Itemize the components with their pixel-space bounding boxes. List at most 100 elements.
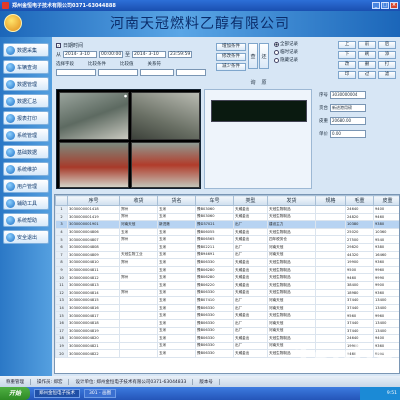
table-cell: 玉米 xyxy=(157,334,196,343)
nav-item[interactable]: 系统管理 xyxy=(3,128,49,142)
start-time-picker[interactable]: 00:00:00 xyxy=(99,51,124,58)
taskbar-task[interactable]: 郑州金恒电子技术 xyxy=(34,389,80,398)
record-nav-button[interactable]: 下 xyxy=(338,51,356,59)
date-filter-checkbox[interactable] xyxy=(56,43,61,48)
relation-dropdown[interactable] xyxy=(176,69,206,76)
window-controls: _ □ × xyxy=(372,2,398,9)
date-filter-label: 日期时间 xyxy=(63,43,84,49)
table-row[interactable]: 7 3030000004809 天冠生物工业 玉米 豫B94691 出厂 河南天冠 44320… xyxy=(55,250,399,260)
record-nav-button[interactable]: 删 xyxy=(358,61,376,69)
minimize-button[interactable]: _ xyxy=(372,2,380,9)
end-time-picker[interactable]: 23:59:59 xyxy=(168,51,193,58)
table-cell: 3030000004807 xyxy=(67,235,120,244)
table-row[interactable]: 3 3030000001901 河南天冠 新进港 豫D37021 出厂 建设主力 10380 9… xyxy=(55,220,399,229)
nav-item[interactable]: 系统帮助 xyxy=(3,213,49,227)
mode-hidden-radio[interactable] xyxy=(274,57,279,63)
record-nav-button[interactable]: 打 xyxy=(378,61,396,69)
add-condition-button[interactable]: 增加条件 xyxy=(216,43,246,51)
table-cell: 16460 xyxy=(373,250,399,260)
table-row[interactable]: 4 3030000004806 玉米 玉米 豫B06055 天威金出 天冠生物制品 25020… xyxy=(55,227,399,237)
table-row[interactable]: 11 3030000004813 玉米 豫B06220 天威金出 天冠生物制品 38400 9… xyxy=(55,280,399,290)
mode-all-radio[interactable] xyxy=(274,41,279,47)
nav-item-label: 数据汇总 xyxy=(17,98,38,105)
table-row[interactable]: 6 3030000004808 玉米 豫B02211 出厂 河南天冠 29820 9380 xyxy=(55,242,399,252)
form-field[interactable]: 3030000004 xyxy=(330,90,366,99)
mode-temp[interactable]: 临时记录 xyxy=(274,49,330,55)
table-row[interactable]: 8 3030000004810 郑州 玉米 豫B06330 天威金出 天冠生物制品 19900… xyxy=(55,258,399,267)
table-cell xyxy=(315,326,346,336)
record-nav-button[interactable]: 添 xyxy=(378,51,396,59)
table-cell: 天威金出 xyxy=(233,334,268,343)
delete-condition-button[interactable]: 减少条件 xyxy=(216,63,246,71)
compare-value-input[interactable] xyxy=(140,69,174,76)
nav-item[interactable]: 车辆查询 xyxy=(3,60,49,74)
record-nav-button[interactable]: 前 xyxy=(358,41,376,49)
column-header[interactable]: 发货 xyxy=(267,195,316,206)
table-row[interactable]: 1 3030000001418 郑州 玉米 豫B03060 天威金出 天冠生物制品 24640… xyxy=(55,205,399,214)
compare-dropdown[interactable] xyxy=(98,69,138,76)
column-header[interactable]: 收货 xyxy=(119,195,158,206)
table-cell: 3030000004809 xyxy=(67,250,120,260)
table-cell: 天冠生物制品 xyxy=(267,273,316,282)
column-header[interactable]: 毛重 xyxy=(345,195,374,206)
system-tray-clock[interactable]: 9:51 xyxy=(360,387,400,400)
nav-item[interactable]: 报表打印 xyxy=(3,111,49,125)
restore-button[interactable]: 还原 xyxy=(259,43,269,86)
record-nav-button[interactable]: 上 xyxy=(338,41,356,49)
form-field[interactable]: 0.00 xyxy=(330,129,366,138)
table-cell: 29820 xyxy=(345,242,374,252)
mode-hidden[interactable]: 隐藏记录 xyxy=(274,57,330,63)
table-row[interactable]: 9 3030000004811 玉米 豫B06280 天威金出 天冠生物制品 9500 996… xyxy=(55,265,399,275)
nav-item[interactable]: 用户管理 xyxy=(3,179,49,193)
form-field[interactable]: 新进港用磅 xyxy=(330,103,366,112)
modify-condition-button[interactable]: 修改条件 xyxy=(216,53,246,61)
column-header[interactable]: 规格 xyxy=(315,195,346,206)
column-header[interactable]: 车号 xyxy=(195,195,234,206)
record-nav-button[interactable]: 滤 xyxy=(378,71,396,79)
record-nav-button[interactable]: 改 xyxy=(338,61,356,69)
maximize-button[interactable]: □ xyxy=(381,2,389,9)
table-row[interactable]: 12 3030000004814 郑州 玉米 豫B06330 天威金出 天冠生物制品 1898… xyxy=(55,288,399,298)
mode-all[interactable]: 全部记录 xyxy=(274,41,330,47)
table-row[interactable]: 5 3030000004807 郑州 玉米 豫B06565 天威金出 四年税务仓 27500 9… xyxy=(55,235,399,244)
nav-item[interactable]: 辅助工具 xyxy=(3,196,49,210)
record-nav-button[interactable]: 过 xyxy=(358,71,376,79)
nav-item[interactable]: 基础数据 xyxy=(3,145,49,159)
table-row[interactable]: 10 3030000004812 郑州 玉米 豫B06280 天威金出 天冠生物制品 9460… xyxy=(55,273,399,282)
record-nav-button[interactable]: 印 xyxy=(338,71,356,79)
table-row[interactable]: 16 3030000004818 玉米 豫B06330 出厂 河南天冠 37440 13400 xyxy=(55,318,399,328)
end-date-picker[interactable]: 2014- 3-10 xyxy=(132,51,167,58)
table-cell: 37440 xyxy=(345,296,374,305)
query-button[interactable]: 查 询 xyxy=(248,43,258,86)
record-nav-button[interactable]: 刷 xyxy=(358,51,376,59)
nav-item[interactable]: 数据管理 xyxy=(3,77,49,91)
table-cell: 天威金出 xyxy=(233,205,268,214)
select-field-dropdown[interactable] xyxy=(56,69,96,76)
nav-item-label: 车辆查询 xyxy=(17,64,38,71)
column-header[interactable] xyxy=(55,195,68,206)
close-button[interactable]: × xyxy=(390,2,398,9)
record-nav-button[interactable]: 后 xyxy=(378,41,396,49)
column-header[interactable]: 类型 xyxy=(233,195,268,206)
column-header[interactable]: 皮重 xyxy=(373,195,399,206)
start-date-picker[interactable]: 2014- 3-10 xyxy=(63,51,98,58)
table-row[interactable]: 2 3030000001419 郑州 玉米 豫B03060 天威金出 天冠生物制品 24820… xyxy=(55,212,399,222)
nav-item[interactable]: 数据采集 xyxy=(3,43,49,57)
table-cell: 玉米 xyxy=(157,349,196,358)
table-row[interactable]: 15 3030000004817 玉米 豫B06330 天威金出 天冠生物制品 9560 99… xyxy=(55,311,399,320)
nav-item[interactable]: 安全退出 xyxy=(3,230,49,244)
column-header[interactable]: 货名 xyxy=(157,195,196,206)
form-field[interactable]: 20680.00 xyxy=(330,116,366,125)
nav-item[interactable]: 系统维护 xyxy=(3,162,49,176)
start-button[interactable]: 开始 xyxy=(0,387,30,400)
table-cell: 9990 xyxy=(373,273,399,282)
mode-temp-radio[interactable] xyxy=(274,49,279,55)
table-row[interactable]: 17 3030000004819 玉米 豫B06330 出厂 河南天冠 37440 13400 xyxy=(55,326,399,336)
table-cell: 豫B06330 xyxy=(195,349,234,358)
column-header[interactable]: 序号 xyxy=(67,195,120,206)
nav-item[interactable]: 数据汇总 xyxy=(3,94,49,108)
table-row[interactable]: 13 3030000004815 玉米 豫B07410 出厂 河南天冠 37440 13400 xyxy=(55,296,399,305)
table-row[interactable]: 14 3030000004816 玉米 豫B06330 出厂 河南天冠 37440 13400 xyxy=(55,303,399,313)
table-cell: 9560 xyxy=(345,311,374,320)
taskbar-task[interactable]: 301 - 画图 xyxy=(84,389,117,398)
